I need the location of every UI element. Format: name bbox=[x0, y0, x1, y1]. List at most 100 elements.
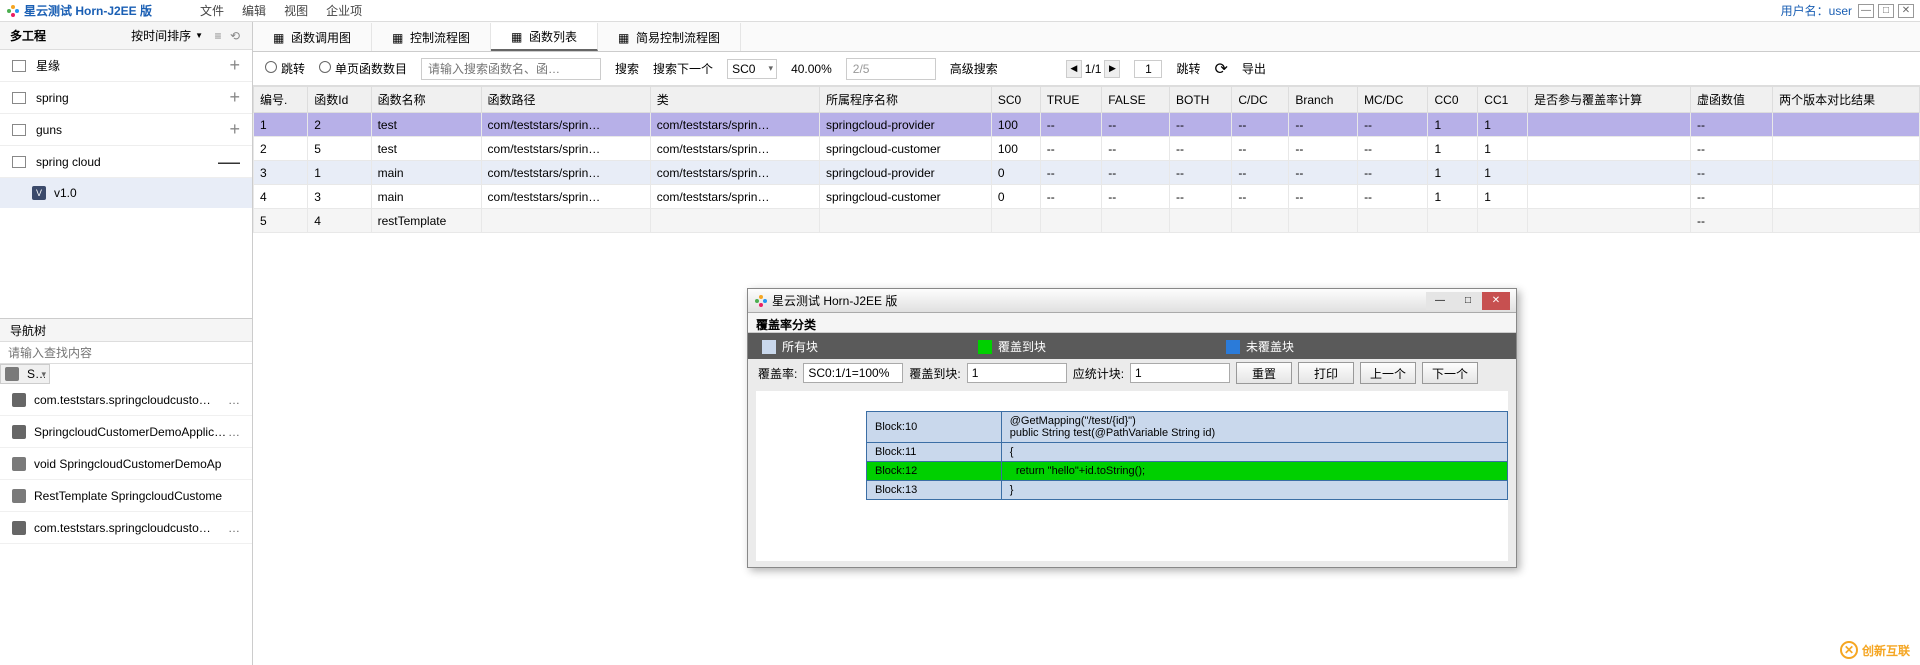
column-header[interactable]: 两个版本对比结果 bbox=[1773, 87, 1920, 113]
search-input[interactable] bbox=[421, 58, 601, 80]
rate-input[interactable] bbox=[803, 363, 903, 383]
print-button[interactable]: 打印 bbox=[1298, 362, 1354, 384]
dialog-titlebar[interactable]: 星云测试 Horn-J2EE 版 — □ ✕ bbox=[748, 289, 1516, 313]
column-header[interactable]: 类 bbox=[650, 87, 819, 113]
watermark-icon: ✕ bbox=[1840, 641, 1858, 659]
menu-enterprise[interactable]: 企业项 bbox=[318, 2, 370, 19]
block-id: Block:12 bbox=[867, 462, 1002, 481]
expand-icon[interactable]: + bbox=[229, 55, 240, 76]
next-button[interactable]: 下一个 bbox=[1422, 362, 1478, 384]
overflow-icon[interactable]: … bbox=[228, 393, 240, 407]
cell: test bbox=[371, 137, 481, 161]
close-icon[interactable]: ✕ bbox=[1898, 4, 1914, 18]
minimize-icon[interactable]: — bbox=[1858, 4, 1874, 18]
dialog-maximize-icon[interactable]: □ bbox=[1454, 292, 1482, 310]
menu-view[interactable]: 视图 bbox=[276, 2, 316, 19]
column-header[interactable]: 所属程序名称 bbox=[819, 87, 991, 113]
column-header[interactable]: 函数路径 bbox=[481, 87, 650, 113]
tab[interactable]: ▦函数调用图 bbox=[253, 23, 372, 51]
project-item[interactable]: spring+ bbox=[0, 82, 252, 114]
column-header[interactable]: 函数Id bbox=[308, 87, 371, 113]
nav-item[interactable]: com.teststars.springcloudcusto…… bbox=[0, 384, 252, 416]
nav-search-input[interactable] bbox=[0, 342, 252, 363]
nav-item[interactable]: SpringcloudCustomerDemoApplica…… bbox=[0, 416, 252, 448]
column-header[interactable]: BOTH bbox=[1170, 87, 1232, 113]
column-header[interactable]: 虚函数值 bbox=[1691, 87, 1773, 113]
legend-uncovered-swatch bbox=[1226, 340, 1240, 354]
page-prev-icon[interactable]: ◀ bbox=[1066, 60, 1082, 78]
adv-search-button[interactable]: 高级搜索 bbox=[950, 60, 998, 77]
goto-page-input[interactable] bbox=[1134, 60, 1162, 78]
cell: -- bbox=[1691, 113, 1773, 137]
table-row[interactable]: 54restTemplate-- bbox=[254, 209, 1920, 233]
radio-jump[interactable]: 跳转 bbox=[265, 60, 305, 77]
page-input[interactable] bbox=[846, 58, 936, 80]
reload-icon[interactable]: ⟳ bbox=[1214, 59, 1227, 79]
column-header[interactable]: 编号. bbox=[254, 87, 308, 113]
nav-item[interactable]: RestTemplate SpringcloudCustome bbox=[0, 480, 252, 512]
dialog-minimize-icon[interactable]: — bbox=[1426, 292, 1454, 310]
project-version[interactable]: Vv1.0 bbox=[0, 178, 252, 208]
menu-edit[interactable]: 编辑 bbox=[234, 2, 274, 19]
cell: 3 bbox=[308, 185, 371, 209]
project-item[interactable]: spring cloud— bbox=[0, 146, 252, 178]
search-next-button[interactable]: 搜索下一个 bbox=[653, 60, 713, 77]
maximize-icon[interactable]: □ bbox=[1878, 4, 1894, 18]
tab-icon: ▦ bbox=[273, 31, 285, 43]
refresh-icon[interactable]: ⟲ bbox=[228, 29, 242, 43]
column-header[interactable]: Branch bbox=[1289, 87, 1358, 113]
column-header[interactable]: TRUE bbox=[1040, 87, 1101, 113]
dialog-body: Block:10@GetMapping("/test/{id}") public… bbox=[756, 391, 1508, 561]
tab-icon: ▦ bbox=[392, 31, 404, 43]
sort-label[interactable]: 按时间排序 bbox=[131, 27, 191, 44]
column-header[interactable]: 是否参与覆盖率计算 bbox=[1528, 87, 1691, 113]
column-header[interactable]: CC1 bbox=[1478, 87, 1528, 113]
overflow-icon[interactable]: … bbox=[228, 425, 240, 439]
column-header[interactable]: FALSE bbox=[1102, 87, 1170, 113]
column-header[interactable]: SC0 bbox=[991, 87, 1040, 113]
cell: 1 bbox=[1478, 137, 1528, 161]
covered-input[interactable] bbox=[967, 363, 1067, 383]
chevron-down-icon[interactable]: ▼ bbox=[195, 31, 203, 40]
column-header[interactable]: C/DC bbox=[1232, 87, 1289, 113]
tab[interactable]: ▦简易控制流程图 bbox=[598, 23, 741, 51]
cell: -- bbox=[1232, 137, 1289, 161]
cell: 100 bbox=[991, 137, 1040, 161]
block-code: } bbox=[1001, 481, 1507, 500]
search-button[interactable]: 搜索 bbox=[615, 60, 639, 77]
legend-uncovered-label: 未覆盖块 bbox=[1246, 340, 1294, 354]
prev-button[interactable]: 上一个 bbox=[1360, 362, 1416, 384]
menu-file[interactable]: 文件 bbox=[192, 2, 232, 19]
export-button[interactable]: 导出 bbox=[1242, 60, 1266, 77]
legend: 所有块 覆盖到块 未覆盖块 bbox=[748, 333, 1516, 359]
nav-item[interactable]: com.teststars.springcloudcusto…… bbox=[0, 512, 252, 544]
dialog-close-icon[interactable]: ✕ bbox=[1482, 292, 1510, 310]
table-row[interactable]: 31maincom/teststars/sprin…com/teststars/… bbox=[254, 161, 1920, 185]
reset-button[interactable]: 重置 bbox=[1236, 362, 1292, 384]
page-next-icon[interactable]: ▶ bbox=[1104, 60, 1120, 78]
collapse-icon[interactable]: — bbox=[218, 149, 240, 175]
overflow-icon[interactable]: … bbox=[228, 521, 240, 535]
tab[interactable]: ▦控制流程图 bbox=[372, 23, 491, 51]
project-item[interactable]: 星缘+ bbox=[0, 50, 252, 82]
metric-select[interactable]: SC0 bbox=[727, 59, 777, 79]
column-header[interactable]: CC0 bbox=[1428, 87, 1478, 113]
expand-icon[interactable]: + bbox=[229, 87, 240, 108]
expand-icon[interactable]: + bbox=[229, 119, 240, 140]
cell: 1 bbox=[1428, 185, 1478, 209]
goto-button[interactable]: 跳转 bbox=[1176, 60, 1200, 77]
radio-single[interactable]: 单页函数数目 bbox=[319, 60, 407, 77]
table-row[interactable]: 12testcom/teststars/sprin…com/teststars/… bbox=[254, 113, 1920, 137]
cell bbox=[1773, 137, 1920, 161]
cell: -- bbox=[1232, 113, 1289, 137]
collapse-icon[interactable]: ≡ bbox=[211, 29, 225, 43]
table-row[interactable]: 25testcom/teststars/sprin…com/teststars/… bbox=[254, 137, 1920, 161]
table-row[interactable]: 43maincom/teststars/sprin…com/teststars/… bbox=[254, 185, 1920, 209]
column-header[interactable]: 函数名称 bbox=[371, 87, 481, 113]
total-input[interactable] bbox=[1130, 363, 1230, 383]
nav-item[interactable]: String HelloWorld::test(String) bbox=[0, 364, 50, 384]
column-header[interactable]: MC/DC bbox=[1358, 87, 1428, 113]
tab[interactable]: ▦函数列表 bbox=[491, 23, 598, 51]
nav-item[interactable]: void SpringcloudCustomerDemoAp bbox=[0, 448, 252, 480]
project-item[interactable]: guns+ bbox=[0, 114, 252, 146]
